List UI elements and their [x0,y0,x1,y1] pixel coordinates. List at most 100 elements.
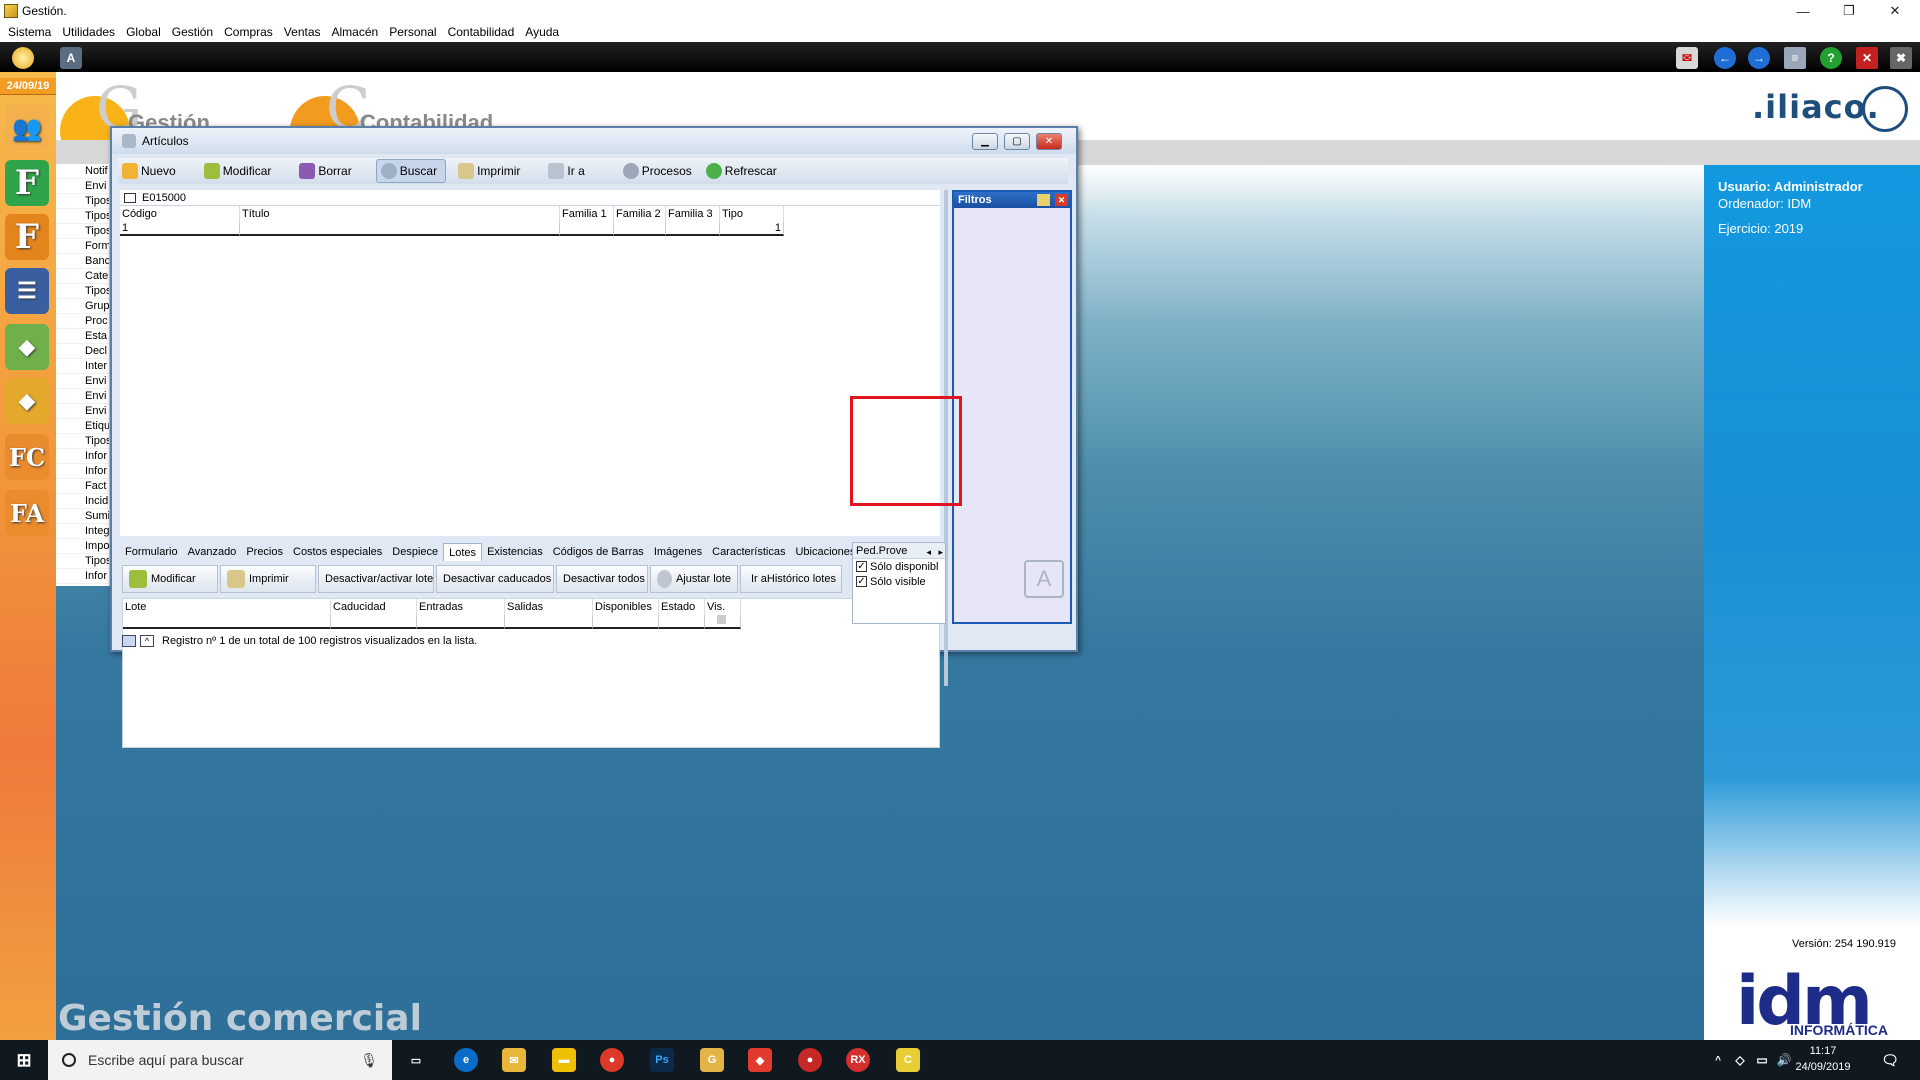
facturas-green-icon[interactable]: F [5,160,49,206]
left-list-item[interactable]: Integ [56,524,109,539]
col-familia3[interactable]: Familia 3 [666,206,720,222]
task-view-icon[interactable]: ▭ [404,1048,428,1072]
desactivar-todos-button[interactable]: Desactivar todos [556,565,648,593]
left-list-item[interactable]: Infor [56,449,109,464]
filtros-close-icon[interactable]: ✕ [1055,194,1068,206]
col-titulo[interactable]: Título [240,206,560,222]
cell-familia2[interactable] [614,222,666,236]
desactivar-activar-lote-button[interactable]: Desactivar/activar lote [318,565,434,593]
tab-ped-prove[interactable]: Ped.Prove [856,545,907,557]
dropbox-icon[interactable]: ◇ [1728,1048,1752,1072]
tab-scroll-right-icon[interactable]: ▸ [938,544,943,560]
cell-codigo[interactable]: 1 [120,222,240,236]
solo-disponible-checkbox[interactable]: ✓ Sólo disponibl [853,559,945,574]
cell-familia1[interactable] [560,222,614,236]
close-all-icon[interactable]: ✖ [1890,47,1912,69]
menu-contabilidad[interactable]: Contabilidad [444,25,522,39]
left-list-item[interactable]: Grup [56,299,109,314]
left-list-item[interactable]: Sumi [56,509,109,524]
cell-vis[interactable] [705,615,741,629]
left-list-item[interactable]: Infor [56,569,109,584]
tab-ubicaciones[interactable]: Ubicaciones [790,543,860,561]
keyboard-icon[interactable] [122,635,136,647]
col-familia2[interactable]: Familia 2 [614,206,666,222]
tab-existencias[interactable]: Existencias [482,543,548,561]
close-button[interactable]: ✕ [1872,0,1918,22]
users-icon[interactable]: 👥 [5,104,49,150]
modificar-button[interactable]: Modificar [200,159,280,183]
left-list-item[interactable]: Infor [56,464,109,479]
left-list-item[interactable]: Tipos [56,284,109,299]
red-app-icon[interactable]: ● [798,1048,822,1072]
edge-icon[interactable]: e [454,1048,478,1072]
shopping-bag-green-icon[interactable]: ◆ [5,324,49,370]
photoshop-icon[interactable]: Ps [650,1048,674,1072]
desactivar-caducados-button[interactable]: Desactivar caducados [436,565,554,593]
fc-icon[interactable]: FC [5,434,49,480]
nuevo-button[interactable]: Nuevo [118,159,184,183]
col-disponibles[interactable]: Disponibles [593,599,659,615]
left-list-item[interactable]: Impo [56,539,109,554]
left-list-item[interactable]: Decl [56,344,109,359]
menu-sistema[interactable]: Sistema [4,25,58,39]
col-lote[interactable]: Lote [123,599,331,615]
left-list-item[interactable]: Form [56,239,109,254]
cell-titulo[interactable] [240,222,560,236]
col-caducidad[interactable]: Caducidad [331,599,417,615]
notification-icon[interactable]: 🗨 [1878,1048,1902,1072]
left-list-item[interactable]: Incid [56,494,109,509]
fa-icon[interactable]: FA [5,490,49,536]
cell-familia3[interactable] [666,222,720,236]
file-explorer-icon[interactable]: ▬ [552,1048,576,1072]
win-close-button[interactable]: ✕ [1036,133,1062,150]
left-list-item[interactable]: Tipos [56,554,109,569]
col-tipo[interactable]: Tipo [720,206,784,222]
windows-start-icon[interactable]: ⊞ [12,1048,36,1072]
forward-arrow-icon[interactable]: → [1748,47,1770,69]
checkbox-checked-icon[interactable]: ✓ [856,576,867,587]
tab-scroll-left-icon[interactable]: ◂ [926,544,931,560]
win-maximize-button[interactable]: ▢ [1004,133,1030,150]
chrome-icon[interactable]: ● [600,1048,624,1072]
taskbar-clock[interactable]: 11:17 24/09/2019 [1788,1043,1858,1075]
microphone-icon[interactable]: 🎙 [360,1052,378,1069]
tab-imagenes[interactable]: Imágenes [649,543,707,561]
left-list-item[interactable]: Notif [56,164,109,179]
vis-checkbox[interactable] [717,615,726,624]
tab-caracteristicas[interactable]: Características [707,543,790,561]
col-salidas[interactable]: Salidas [505,599,593,615]
back-arrow-icon[interactable]: ← [1714,47,1736,69]
network-icon[interactable]: ▭ [1750,1048,1774,1072]
historico-lotes-button[interactable]: Ir aHistórico lotes [740,565,842,593]
ajustar-lote-button[interactable]: Ajustar lote [650,565,738,593]
tab-costos-especiales[interactable]: Costos especiales [288,543,387,561]
left-list-item[interactable]: Envi [56,404,109,419]
left-list-item[interactable]: Banc [56,254,109,269]
menu-almacen[interactable]: Almacén [328,25,386,39]
solo-visible-checkbox[interactable]: ✓ Sólo visible [853,574,945,589]
buscar-button[interactable]: Buscar [375,159,447,183]
cell-lote[interactable] [123,615,331,629]
cell-estado[interactable] [659,615,705,629]
cell-caducidad[interactable] [331,615,417,629]
anydesk-icon[interactable]: ◆ [748,1048,772,1072]
help-icon[interactable]: ? [1820,47,1842,69]
left-list-item[interactable]: Tipos [56,434,109,449]
tab-formulario[interactable]: Formulario [120,543,183,561]
left-list-item[interactable]: Tipos [56,224,109,239]
minimize-button[interactable]: — [1780,0,1826,22]
cell-disponibles[interactable] [593,615,659,629]
tab-lotes[interactable]: Lotes [443,543,483,561]
left-list-item[interactable]: Esta [56,329,109,344]
gestion-app-icon[interactable]: G [700,1048,724,1072]
refrescar-button[interactable]: Refrescar [702,159,785,183]
tab-precios[interactable]: Precios [241,543,288,561]
left-list-item[interactable]: Envi [56,389,109,404]
cell-salidas[interactable] [505,615,593,629]
window-list-icon[interactable]: ≡ [1784,47,1806,69]
col-estado[interactable]: Estado [659,599,705,615]
facturas-orange-icon[interactable]: F [5,214,49,260]
cell-tipo[interactable]: 1 [720,222,784,236]
close-window-icon[interactable]: ✕ [1856,47,1878,69]
left-list-item[interactable]: Fact [56,479,109,494]
